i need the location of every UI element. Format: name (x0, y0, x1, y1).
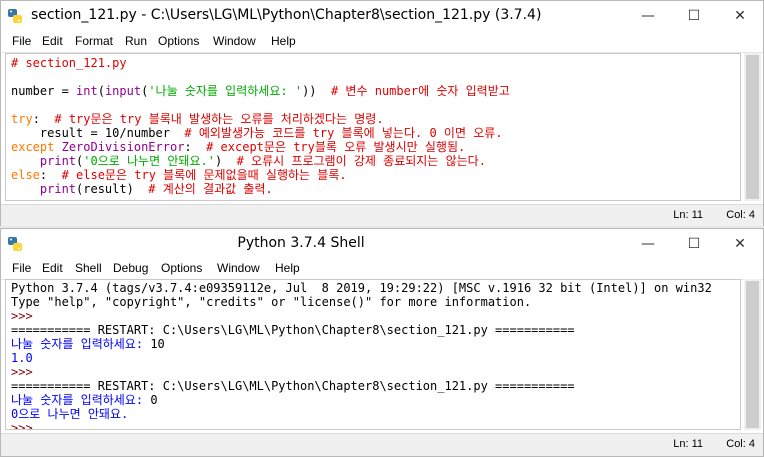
shell-menu-options[interactable]: Options (161, 261, 202, 275)
minimize-button[interactable]: — (625, 1, 671, 31)
shell-maximize-button[interactable]: ☐ (671, 229, 717, 259)
shell-menu-file[interactable]: File (12, 261, 31, 275)
editor-window: section_121.py - C:\Users\LG\ML\Python\C… (0, 0, 764, 228)
menu-edit[interactable]: Edit (42, 34, 63, 48)
menu-file[interactable]: File (12, 34, 31, 48)
menu-run[interactable]: Run (125, 34, 147, 48)
shell-menu-window[interactable]: Window (217, 261, 260, 275)
shell-titlebar[interactable]: Python 3.7.4 Shell — ☐ ✕ (1, 229, 763, 259)
shell-close-button[interactable]: ✕ (717, 229, 763, 259)
shell-title: Python 3.7.4 Shell (237, 235, 365, 251)
code-line-8: print('0으로 나누면 안돼요.') # 오류시 프로그램이 강제 종료되… (39, 154, 486, 168)
shell-line-banner: Python 3.7.4 (tags/v3.7.4:e09359112e, Ju… (11, 281, 712, 295)
close-button[interactable]: ✕ (717, 1, 763, 31)
shell-output[interactable]: Python 3.7.4 (tags/v3.7.4:e09359112e, Ju… (5, 279, 741, 430)
code-line-3: number = int(input('나눌 숫자를 입력하세요: ')) # … (11, 84, 510, 98)
shell-status-line: Ln: 11 (673, 438, 703, 450)
shell-menu-help[interactable]: Help (275, 261, 300, 275)
code-line-1: # section_121.py (11, 56, 127, 70)
code-line-6: result = 10/number # 예외발생가능 코드를 try 블록에 … (11, 126, 503, 140)
editor-status-line: Ln: 11 (673, 209, 703, 221)
code-editor[interactable]: # section_121.py number = int(input('나눌 … (5, 53, 741, 201)
shell-scroll-thumb[interactable] (746, 281, 759, 428)
editor-title: section_121.py - C:\Users\LG\ML\Python\C… (31, 7, 542, 23)
python-idle-icon (8, 9, 22, 23)
shell-scrollbar[interactable] (744, 279, 761, 430)
shell-window: Python 3.7.4 Shell — ☐ ✕ File Edit Shell… (0, 228, 764, 457)
shell-menubar: File Edit Shell Debug Options Window Hel… (1, 258, 763, 280)
shell-menu-debug[interactable]: Debug (113, 261, 148, 275)
editor-scrollbar[interactable] (744, 53, 761, 201)
menu-options[interactable]: Options (158, 34, 199, 48)
shell-line-help: Type "help", "copyright", "credits" or "… (11, 295, 532, 309)
shell-statusbar: Ln: 11 Col: 4 (1, 433, 763, 456)
shell-minimize-button[interactable]: — (625, 229, 671, 259)
editor-titlebar[interactable]: section_121.py - C:\Users\LG\ML\Python\C… (1, 1, 763, 31)
maximize-button[interactable]: ☐ (671, 1, 717, 31)
shell-prompt: >>> (11, 309, 40, 323)
shell-error-message-line: 0으로 나누면 안돼요. (11, 407, 129, 421)
shell-status-col: Col: 4 (726, 438, 755, 450)
shell-prompt-current[interactable]: >>> (11, 421, 40, 429)
shell-menu-edit[interactable]: Edit (42, 261, 63, 275)
code-line-5: try: # try문은 try 블록내 발생하는 오류를 처리하겠다는 명령. (11, 112, 384, 126)
editor-statusbar: Ln: 11 Col: 4 (1, 204, 763, 227)
code-line-10: print(result) # 계산의 결과값 출력. (39, 182, 273, 196)
editor-status-col: Col: 4 (726, 209, 755, 221)
shell-prompt: >>> (11, 365, 40, 379)
shell-restart-line: =========== RESTART: C:\Users\LG\ML\Pyth… (11, 379, 575, 393)
menu-window[interactable]: Window (213, 34, 256, 48)
menu-format[interactable]: Format (75, 34, 113, 48)
shell-restart-line: =========== RESTART: C:\Users\LG\ML\Pyth… (11, 323, 575, 337)
code-line-9: else: # else문은 try 블록에 문제없을때 실행하는 블록. (11, 168, 347, 182)
menu-help[interactable]: Help (271, 34, 296, 48)
shell-input-line: 나눌 숫자를 입력하세요: 10 (11, 337, 165, 351)
shell-input-line: 나눌 숫자를 입력하세요: 0 (11, 393, 158, 407)
code-line-7: except ZeroDivisionError: # except문은 try… (11, 140, 466, 154)
shell-result-line: 1.0 (11, 351, 33, 365)
editor-menubar: File Edit Format Run Options Window Help (1, 31, 763, 53)
editor-scroll-thumb[interactable] (746, 55, 759, 199)
shell-menu-shell[interactable]: Shell (75, 261, 102, 275)
